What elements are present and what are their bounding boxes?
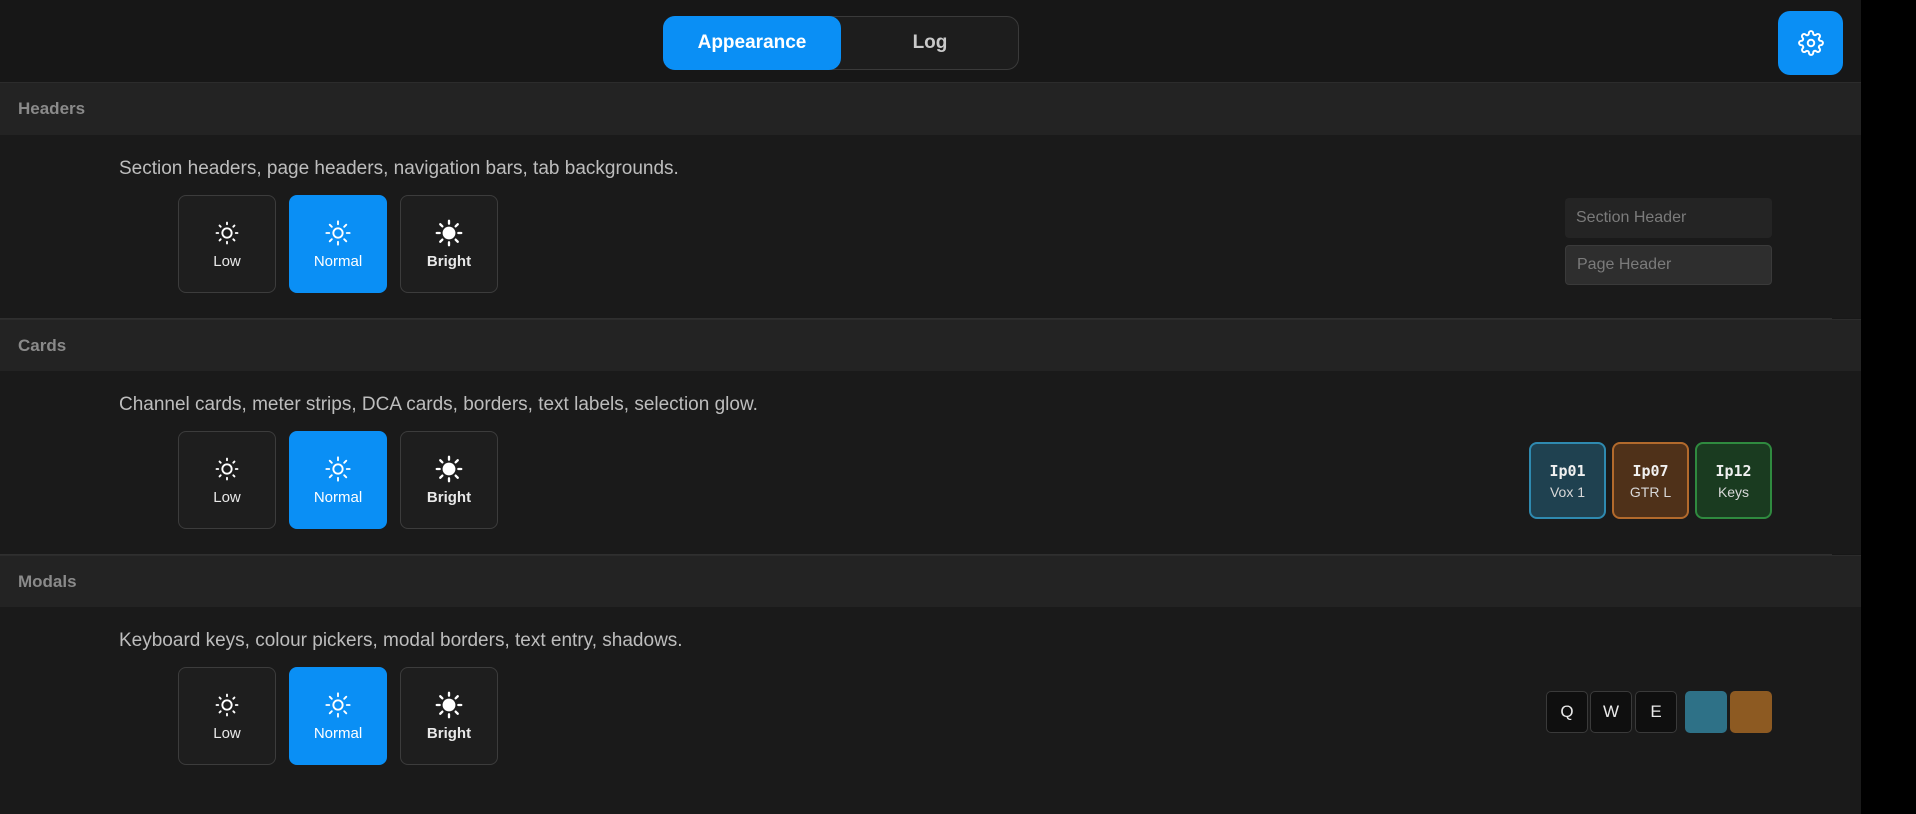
section-header-headers: Headers — [0, 82, 1861, 135]
level-label: Bright — [426, 724, 472, 742]
channel-name: Vox 1 — [1549, 483, 1586, 500]
level-normal-button[interactable]: Normal — [289, 431, 387, 529]
sun-icon — [325, 455, 351, 482]
level-label: Bright — [426, 252, 472, 270]
keyboard-key-preview: E — [1635, 691, 1677, 733]
level-bright-button[interactable]: Bright — [400, 667, 498, 765]
app-window: Appearance Log Headers Section headers, … — [0, 0, 1861, 814]
section-description: Keyboard keys, colour pickers, modal bor… — [119, 630, 683, 651]
section-modals: Keyboard keys, colour pickers, modal bor… — [0, 607, 1861, 814]
section-cards: Channel cards, meter strips, DCA cards, … — [0, 371, 1861, 554]
level-low-button[interactable]: Low — [178, 431, 276, 529]
section-description: Section headers, page headers, navigatio… — [119, 158, 679, 179]
sun-bright-icon — [435, 219, 463, 246]
sun-icon — [325, 691, 351, 718]
sun-icon — [325, 219, 351, 246]
sun-bright-icon — [435, 691, 463, 718]
level-label: Low — [213, 488, 241, 506]
level-label: Low — [213, 252, 241, 270]
colour-swatch-preview — [1730, 691, 1772, 733]
level-bright-button[interactable]: Bright — [400, 195, 498, 293]
section-header-preview: Section Header — [1565, 198, 1772, 238]
tab-log[interactable]: Log — [841, 16, 1019, 70]
gear-icon — [1797, 30, 1824, 56]
top-bar: Appearance Log — [0, 0, 1861, 82]
sun-bright-icon — [435, 455, 463, 482]
level-normal-button[interactable]: Normal — [289, 195, 387, 293]
level-label: Normal — [313, 252, 363, 270]
level-normal-button[interactable]: Normal — [289, 667, 387, 765]
keyboard-key-preview: Q — [1546, 691, 1588, 733]
section-description: Channel cards, meter strips, DCA cards, … — [119, 394, 758, 415]
sun-low-icon — [215, 457, 239, 480]
channel-id: Ip07 — [1632, 461, 1669, 480]
channel-id: Ip01 — [1549, 461, 1586, 480]
page-header-preview: Page Header — [1565, 245, 1772, 285]
tab-segmented-control: Appearance Log — [663, 16, 1019, 70]
channel-card-preview: Ip07 GTR L — [1612, 442, 1689, 519]
section-headers: Section headers, page headers, navigatio… — [0, 135, 1861, 318]
settings-button[interactable] — [1778, 11, 1843, 75]
keyboard-key-preview: W — [1590, 691, 1632, 733]
level-label: Normal — [313, 488, 363, 506]
level-label: Low — [213, 724, 241, 742]
section-header-modals: Modals — [0, 555, 1861, 608]
level-label: Normal — [313, 724, 363, 742]
tab-appearance[interactable]: Appearance — [663, 16, 841, 70]
level-low-button[interactable]: Low — [178, 195, 276, 293]
channel-name: GTR L — [1629, 483, 1672, 500]
colour-swatch-preview — [1685, 691, 1727, 733]
screen-edge — [1861, 0, 1916, 814]
level-bright-button[interactable]: Bright — [400, 431, 498, 529]
sun-low-icon — [215, 693, 239, 716]
channel-id: Ip12 — [1715, 461, 1752, 480]
level-low-button[interactable]: Low — [178, 667, 276, 765]
channel-name: Keys — [1717, 483, 1750, 500]
section-header-cards: Cards — [0, 319, 1861, 372]
channel-card-preview: Ip01 Vox 1 — [1529, 442, 1606, 519]
channel-card-preview: Ip12 Keys — [1695, 442, 1772, 519]
level-label: Bright — [426, 488, 472, 506]
sun-low-icon — [215, 221, 239, 244]
